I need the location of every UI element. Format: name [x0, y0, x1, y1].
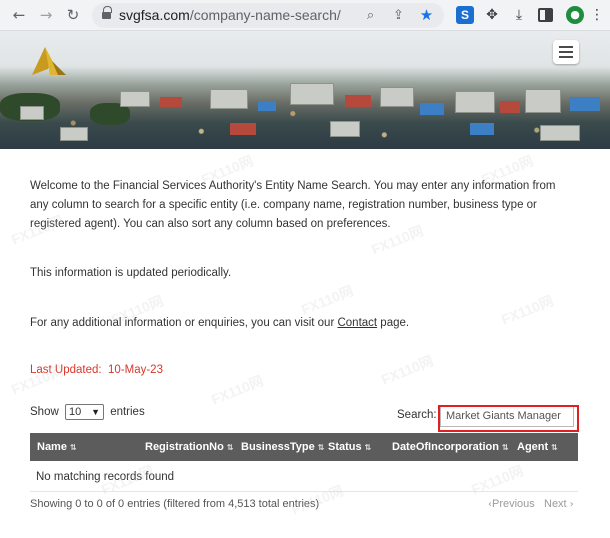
watermark: FX110网	[208, 372, 266, 408]
column-header-status[interactable]: Status ⇅	[328, 433, 371, 461]
puzzle-extensions-icon[interactable]: ✥	[483, 6, 501, 24]
next-page-button[interactable]: Next ›	[544, 498, 574, 510]
update-note: This information is updated periodically…	[30, 267, 232, 279]
back-arrow-icon[interactable]: ←	[10, 6, 28, 24]
bookmark-star-icon[interactable]: ★	[418, 7, 435, 24]
address-bar[interactable]: svgfsa.com/company-name-search/ ⌕ ⇪ ★	[92, 3, 444, 28]
sort-icon: ⇅	[501, 443, 509, 452]
side-panel-icon[interactable]	[538, 8, 553, 22]
sort-icon: ⇅	[69, 443, 77, 452]
previous-page-button[interactable]: ‹Previous	[488, 498, 535, 510]
page-size-control: Show 10 ▼ entries	[30, 404, 145, 420]
column-header-agent[interactable]: Agent ⇅	[517, 433, 558, 461]
profile-avatar-icon[interactable]: ●	[566, 6, 584, 24]
column-header-businesstype[interactable]: BusinessType ⇅	[241, 433, 324, 461]
hamburger-menu-button[interactable]	[553, 40, 579, 64]
download-icon[interactable]: ⤓	[510, 6, 528, 24]
lock-icon[interactable]	[102, 6, 112, 21]
hero-banner	[0, 31, 610, 149]
more-menu-icon[interactable]: ⋮	[590, 6, 604, 24]
share-icon[interactable]: ⇪	[390, 7, 407, 24]
chevron-right-icon: ›	[569, 499, 574, 510]
column-header-dateofincorporation[interactable]: DateOfIncorporation ⇅	[392, 433, 509, 461]
column-header-name[interactable]: Name ⇅	[37, 433, 77, 461]
sort-icon: ⇅	[317, 443, 325, 452]
browser-toolbar: ← → ↻ svgfsa.com/company-name-search/ ⌕ …	[0, 0, 610, 31]
reload-icon[interactable]: ↻	[64, 6, 82, 24]
sort-icon: ⇅	[364, 443, 372, 452]
url-text[interactable]: svgfsa.com/company-name-search/	[119, 7, 341, 24]
intro-paragraph: Welcome to the Financial Services Author…	[30, 180, 556, 230]
watermark: FX110网	[378, 352, 436, 388]
sort-icon: ⇅	[226, 443, 234, 452]
chevron-down-icon: ▼	[91, 407, 100, 417]
table-header-row: Name ⇅ RegistrationNo ⇅ BusinessType ⇅ Stat…	[30, 433, 578, 461]
empty-table-row: No matching records found	[30, 462, 578, 492]
contact-paragraph: For any additional information or enquir…	[30, 317, 410, 329]
forward-arrow-icon[interactable]: →	[37, 6, 55, 24]
search-input[interactable]	[440, 405, 574, 427]
zoom-magnifier-icon[interactable]: ⌕	[362, 7, 379, 24]
column-header-registrationno[interactable]: RegistrationNo ⇅	[145, 433, 234, 461]
page-size-select[interactable]: 10 ▼	[64, 404, 104, 420]
fsa-logo-icon[interactable]	[28, 43, 70, 77]
search-label: Search:	[397, 409, 437, 421]
table-info: Showing 0 to 0 of 0 entries (filtered fr…	[30, 498, 320, 510]
contact-link[interactable]: Contact	[337, 317, 377, 329]
extension-s-icon[interactable]: S	[456, 6, 474, 24]
last-updated: Last Updated: 10-May-23	[30, 364, 163, 376]
sort-icon: ⇅	[551, 443, 558, 452]
